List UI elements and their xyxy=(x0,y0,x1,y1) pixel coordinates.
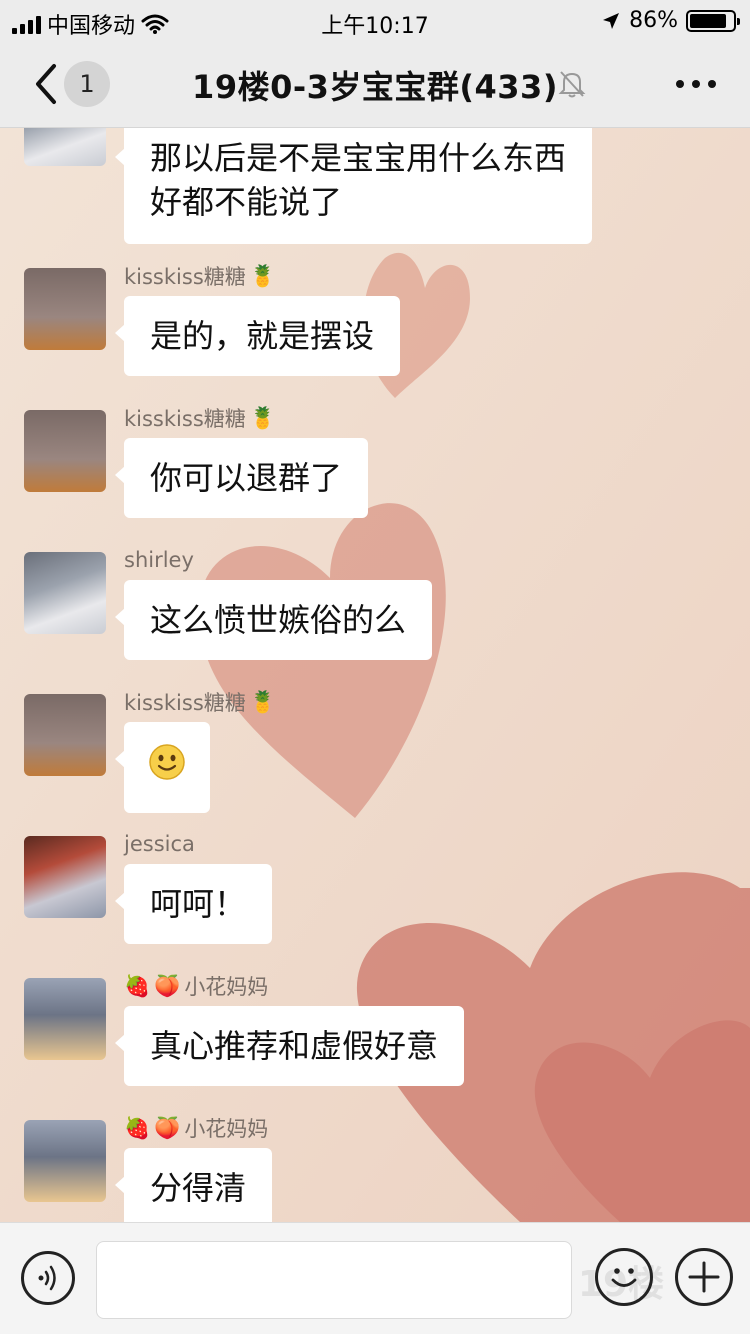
baby-avatar[interactable] xyxy=(24,128,106,166)
plus-icon[interactable] xyxy=(675,1248,733,1306)
more-dots-icon[interactable] xyxy=(676,74,716,94)
battery-fill xyxy=(690,13,727,28)
voice-icon[interactable] xyxy=(21,1251,75,1305)
status-bar: 中国移动 上午10:17 86% xyxy=(0,0,750,40)
cartoon-avatar[interactable] xyxy=(24,1120,106,1202)
bell-off-icon xyxy=(558,71,586,98)
message-bubble[interactable]: 是的，就是摆设 xyxy=(114,296,401,376)
sender-name-text: kisskiss糖糖 xyxy=(124,691,246,715)
pineapple-emoji: 🍍 xyxy=(249,405,276,430)
message-bubble[interactable]: 呵呵！ xyxy=(114,864,273,944)
page-title: 19楼0-3岁宝宝群(433) xyxy=(192,68,558,106)
sender-name: jessica xyxy=(124,830,195,858)
wifi-icon xyxy=(141,14,169,34)
chat-area[interactable]: 那以后是不是宝宝用什么东西 好都不能说了 kisskiss糖糖 🍍 是的，就是摆… xyxy=(0,128,750,1222)
sender-name: shirley xyxy=(124,546,194,574)
message-text-line: 好都不能说了 xyxy=(150,183,343,221)
input-bar: 19楼 xyxy=(0,1222,750,1334)
pineapple-emoji: 🍍 xyxy=(249,689,276,714)
sender-name-text: shirley xyxy=(124,548,194,572)
battery-percent: 86% xyxy=(629,8,678,33)
status-left: 中国移动 xyxy=(12,8,169,40)
smile-emoji xyxy=(149,744,185,780)
battery-icon xyxy=(686,9,740,32)
pineapple-emoji: 🍍 xyxy=(249,263,276,288)
nav-bar: 1 19楼0-3岁宝宝群(433) xyxy=(0,40,750,128)
cartoon-avatar[interactable] xyxy=(24,978,106,1060)
sender-name: 🍓 🍑 小花妈妈 xyxy=(124,972,268,1000)
message-text-line: 那以后是不是宝宝用什么东西 xyxy=(150,139,567,177)
signal-icon xyxy=(12,14,41,34)
strawberry-emoji: 🍓 xyxy=(124,973,151,998)
sender-name-text: 小花妈妈 xyxy=(184,975,269,999)
emoji-icon[interactable] xyxy=(595,1248,653,1306)
girl-avatar[interactable] xyxy=(24,694,106,776)
message-bubble[interactable]: 真心推荐和虚假好意 xyxy=(114,1006,465,1086)
strawberry-emoji: 🍓 xyxy=(124,1115,151,1140)
voice-waves-icon xyxy=(38,1265,56,1291)
girl-avatar[interactable] xyxy=(24,268,106,350)
carrier-name: 中国移动 xyxy=(47,14,136,39)
status-right: 86% xyxy=(601,8,740,33)
girl-avatar[interactable] xyxy=(24,410,106,492)
message-bubble[interactable] xyxy=(115,722,210,813)
sender-name: 🍓 🍑 小花妈妈 xyxy=(124,1114,268,1142)
location-arrow-icon xyxy=(603,12,620,29)
message-input[interactable] xyxy=(96,1241,572,1319)
sender-name-text: 小花妈妈 xyxy=(184,1117,269,1141)
kids-avatar[interactable] xyxy=(24,836,106,918)
smiley-face-icon xyxy=(611,1268,637,1287)
sender-name: kisskiss糖糖 🍍 xyxy=(124,262,276,290)
message-bubble[interactable]: 这么愤世嫉俗的么 xyxy=(114,580,433,660)
sender-name: kisskiss糖糖 🍍 xyxy=(124,688,276,716)
message-bubble[interactable]: 那以后是不是宝宝用什么东西 好都不能说了 xyxy=(114,128,593,244)
baby-avatar[interactable] xyxy=(24,552,106,634)
peach-emoji: 🍑 xyxy=(154,973,181,998)
sender-name-text: kisskiss糖糖 xyxy=(124,407,246,431)
plus-sign-icon xyxy=(688,1261,720,1293)
sender-name-text: kisskiss糖糖 xyxy=(124,265,246,289)
sender-name: kisskiss糖糖 🍍 xyxy=(124,404,276,432)
sender-name-text: jessica xyxy=(124,832,195,856)
message-bubble[interactable]: 你可以退群了 xyxy=(114,438,369,518)
message-bubble[interactable]: 分得清 xyxy=(114,1148,273,1222)
peach-emoji: 🍑 xyxy=(154,1115,181,1140)
